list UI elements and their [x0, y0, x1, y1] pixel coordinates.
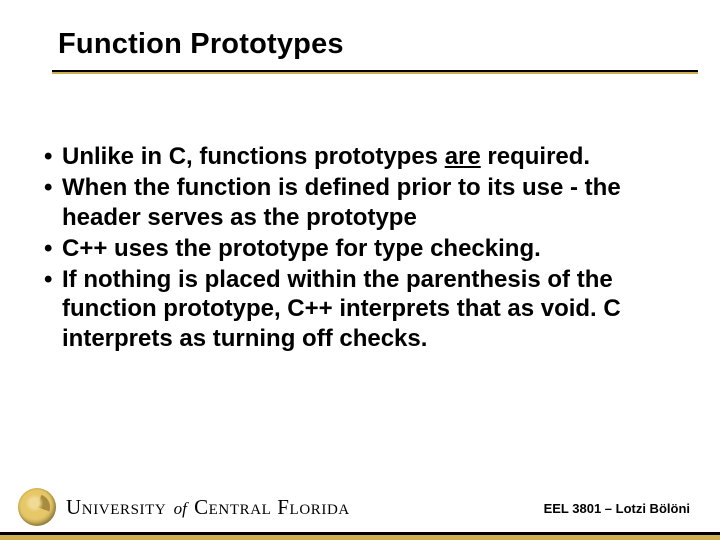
bullet-text: When the function is defined prior to it…: [62, 174, 621, 230]
bullet-text: required.: [481, 143, 590, 170]
bullet-list: Unlike in C, functions prototypes are re…: [44, 142, 680, 353]
list-item: If nothing is placed within the parenthe…: [44, 265, 680, 353]
bullet-text: If nothing is placed within the parenthe…: [62, 266, 621, 352]
slide: Function Prototypes Unlike in C, functio…: [0, 0, 720, 540]
header: Function Prototypes: [0, 0, 720, 61]
brand-word: Central Florida: [194, 495, 350, 519]
title-rule: [52, 70, 698, 74]
bullet-text: C++ uses the prototype for type checking…: [62, 235, 541, 262]
brand-of: of: [174, 499, 187, 518]
brand-word: University: [66, 495, 166, 519]
pegasus-seal-icon: [18, 488, 56, 526]
bullet-underline: are: [445, 143, 481, 170]
slide-title: Function Prototypes: [58, 28, 720, 61]
bullet-text: Unlike in C, functions prototypes: [62, 143, 445, 170]
list-item: C++ uses the prototype for type checking…: [44, 234, 680, 263]
body: Unlike in C, functions prototypes are re…: [44, 142, 680, 355]
brand-text: University of Central Florida: [66, 495, 350, 520]
list-item: When the function is defined prior to it…: [44, 173, 680, 232]
list-item: Unlike in C, functions prototypes are re…: [44, 142, 680, 171]
course-tag: EEL 3801 – Lotzi Bölöni: [544, 501, 690, 516]
footer: University of Central Florida EEL 3801 –…: [0, 482, 720, 540]
university-brand: University of Central Florida: [18, 488, 350, 526]
footer-band: [0, 532, 720, 540]
